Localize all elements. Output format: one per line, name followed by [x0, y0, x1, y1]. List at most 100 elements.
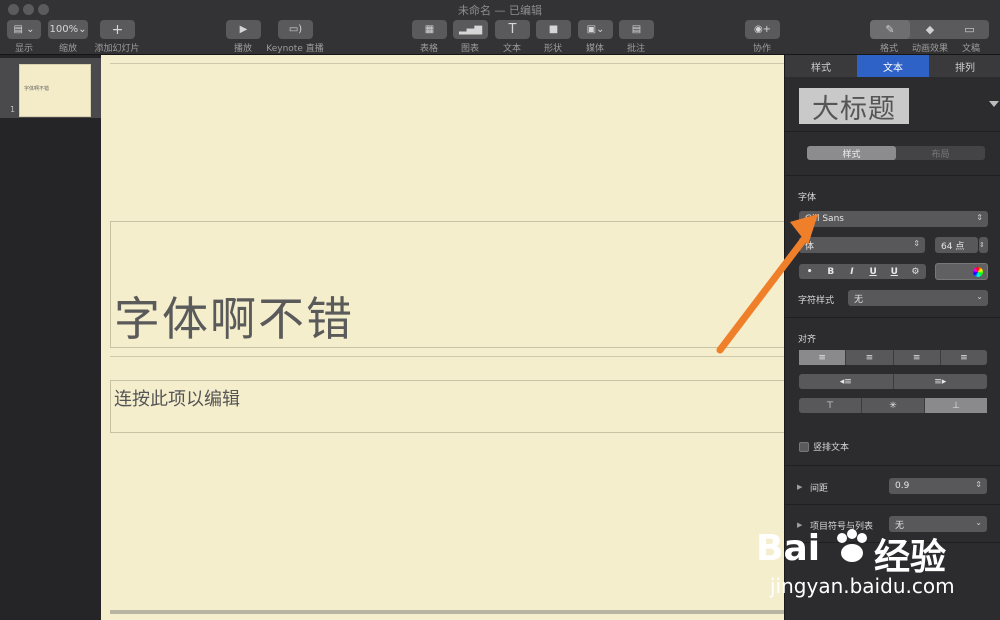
font-size-field[interactable]: 64 点 [935, 237, 978, 253]
window-title: 未命名 — 已编辑 [458, 4, 542, 17]
chart-label: 图表 [460, 44, 480, 54]
inspector-tabs: 样式 文本 排列 [785, 55, 1000, 77]
tab-text[interactable]: 文本 [857, 55, 929, 77]
strikethrough-button[interactable]: U [884, 264, 905, 279]
vertical-text-checkbox[interactable] [799, 442, 809, 452]
bullet-button[interactable]: • [799, 264, 820, 279]
segment-style[interactable]: 样式 [807, 146, 896, 160]
canvas-bottom-edge [110, 610, 784, 614]
animate-label: 动画效果 [911, 44, 949, 54]
watermark-url: jingyan.baidu.com [770, 574, 955, 598]
format-button[interactable]: ✎ [870, 20, 910, 39]
spacing-label: 间距 [810, 484, 829, 494]
slide-thumbnail[interactable]: 字体啊不错 [19, 64, 91, 117]
justify-button[interactable]: ≡ [941, 350, 987, 365]
zoom-select[interactable]: 100% ⌄ [48, 20, 88, 39]
view-button[interactable]: ▤ ⌄ [7, 20, 41, 39]
slide-title-text[interactable]: 字体啊不错 [114, 283, 354, 349]
collaborate-button[interactable]: ◉+ [745, 20, 780, 39]
disclosure-triangle-icon[interactable]: ▶ [797, 483, 802, 491]
char-style-label: 字符样式 [798, 296, 835, 306]
chart-icon: ▂▄▆ [458, 24, 483, 35]
vertical-align-buttons: ⊤ ✳ ⊥ [799, 398, 987, 413]
body-placeholder[interactable]: 连按此项以编辑 [114, 385, 240, 411]
document-label: 文稿 [961, 44, 981, 54]
spacing-select[interactable]: 0.9 ⇕ [889, 478, 987, 494]
text-button[interactable]: T [495, 20, 530, 39]
align-top-button[interactable]: ⊤ [799, 398, 862, 413]
comment-button[interactable]: ▤ [619, 20, 654, 39]
align-top-icon: ⊤ [826, 400, 834, 411]
table-icon: ▦ [424, 24, 435, 35]
align-middle-button[interactable]: ✳ [862, 398, 925, 413]
guide-line [110, 356, 784, 357]
watermark-jingyan: 经验 [874, 537, 947, 578]
align-section-title: 对齐 [798, 335, 817, 345]
slide-thumbnail-selection[interactable]: 字体啊不错 1 [0, 58, 101, 118]
shape-icon: ■ [548, 24, 559, 35]
document-button[interactable]: ▭ [950, 20, 989, 39]
outdent-icon: ◂≡ [839, 376, 852, 387]
text-format-buttons: • B I U U ⚙ [799, 264, 926, 279]
animate-button[interactable]: ◆ [910, 20, 950, 39]
keynote-live-label: Keynote 直播 [266, 44, 324, 54]
broadcast-icon: ▭) [288, 24, 303, 35]
format-label: 格式 [879, 44, 899, 54]
text-color-well[interactable] [935, 263, 988, 280]
decrease-indent-button[interactable]: ◂≡ [799, 374, 894, 389]
align-right-button[interactable]: ≡ [894, 350, 941, 365]
updown-icon: ⇕ [913, 239, 920, 248]
gear-icon[interactable]: ⚙ [905, 264, 926, 279]
tab-arrange[interactable]: 排列 [929, 55, 1000, 77]
align-bottom-icon: ⊥ [952, 400, 960, 411]
divider [785, 317, 1000, 318]
media-label: 媒体 [585, 44, 605, 54]
thumbnail-title: 字体啊不错 [24, 86, 50, 92]
add-slide-button[interactable]: + [100, 20, 135, 39]
bold-button[interactable]: B [820, 264, 841, 279]
animate-icon: ◆ [925, 23, 935, 36]
align-left-button[interactable]: ≡ [799, 350, 847, 365]
align-center-button[interactable]: ≡ [846, 350, 894, 365]
font-family-select[interactable]: Gill Sans ⇕ [799, 211, 988, 227]
guide-line [110, 63, 784, 64]
tab-style[interactable]: 样式 [785, 55, 857, 77]
document-icon: ▭ [964, 23, 975, 36]
align-right-icon: ≡ [912, 352, 921, 363]
media-icon: ▣⌄ [586, 24, 605, 35]
align-middle-icon: ✳ [889, 400, 897, 411]
plus-icon: + [111, 21, 124, 38]
media-button[interactable]: ▣⌄ [578, 20, 613, 39]
char-style-select[interactable]: 无 ⌄ [848, 290, 988, 306]
shape-button[interactable]: ■ [536, 20, 571, 39]
watermark-baidu: Bai [756, 528, 820, 569]
segment-layout[interactable]: 布局 [896, 146, 985, 160]
slide-canvas[interactable]: 字体啊不错 连按此项以编辑 [101, 55, 785, 620]
align-left-icon: ≡ [818, 352, 826, 363]
chevron-down-icon: ⌄ [975, 518, 982, 527]
color-wheel-icon[interactable] [973, 267, 983, 277]
play-button[interactable]: ▶ [226, 20, 261, 39]
increase-indent-button[interactable]: ≡▸ [894, 374, 988, 389]
paw-icon [837, 529, 867, 562]
keynote-live-button[interactable]: ▭) [278, 20, 313, 39]
indent-buttons: ◂≡ ≡▸ [799, 374, 987, 389]
watermark-text: Bai [756, 528, 821, 569]
char-style-value: 无 [854, 294, 864, 305]
underline-button[interactable]: U [863, 264, 884, 279]
align-bottom-button[interactable]: ⊥ [925, 398, 987, 413]
divider [785, 504, 1000, 505]
spacing-value: 0.9 [895, 481, 910, 491]
keynote-window: 未命名 — 已编辑 ▤ ⌄ 显示 100% ⌄ 缩放 + 添加幻灯片 ▶ 播放 ▭… [0, 0, 1000, 620]
font-size-value: 64 点 [941, 241, 965, 252]
italic-button[interactable]: I [841, 264, 862, 279]
font-size-stepper[interactable]: ⇕ [979, 237, 988, 253]
format-brush-icon: ✎ [885, 23, 895, 36]
paragraph-style-preview[interactable]: 大标题 [799, 88, 909, 125]
table-button[interactable]: ▦ [412, 20, 447, 39]
text-label: 文本 [502, 44, 522, 54]
chart-button[interactable]: ▂▄▆ [453, 20, 488, 39]
view-icon: ▤ ⌄ [13, 24, 35, 35]
paragraph-style-dropdown-icon[interactable] [989, 101, 999, 107]
font-style-select[interactable]: 体 ⇕ [799, 237, 925, 253]
